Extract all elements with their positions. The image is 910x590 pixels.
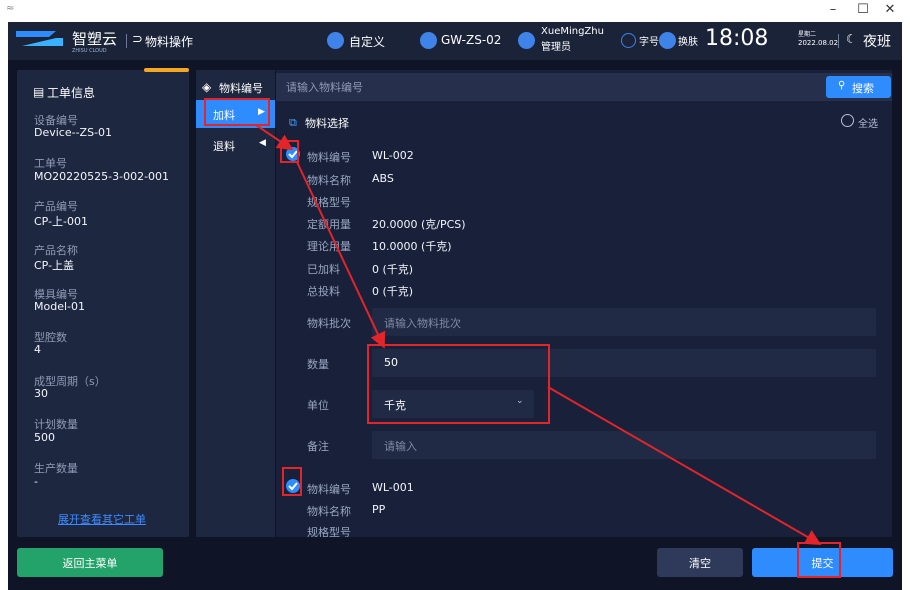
annotation-arrows <box>255 124 822 546</box>
annotation-arrow <box>547 386 822 546</box>
annotation-arrow <box>296 161 386 349</box>
annotation-arrow <box>255 124 294 151</box>
